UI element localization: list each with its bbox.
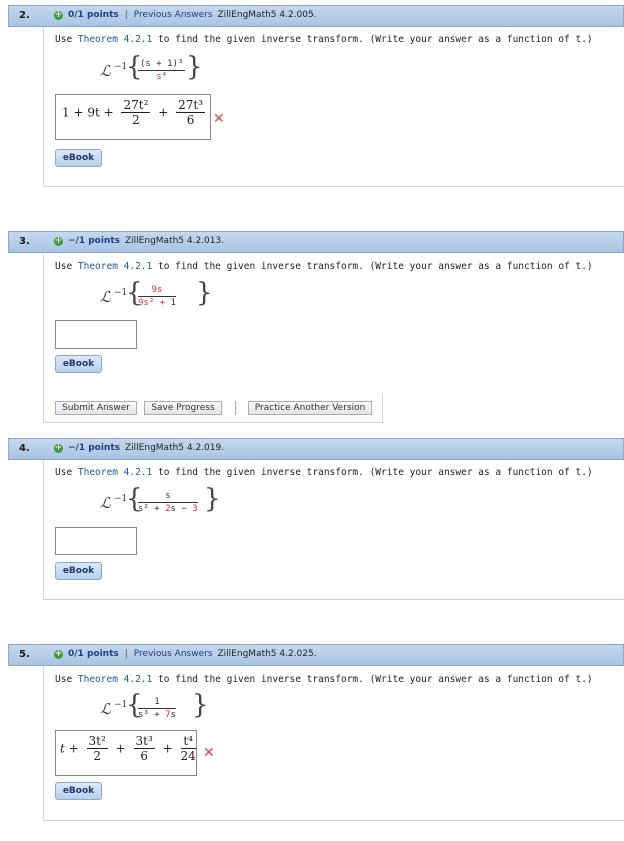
- transform-fraction: (s + 1)³ s⁴: [138, 59, 186, 82]
- incorrect-icon: ✕: [203, 745, 215, 761]
- transform-formula: ℒ −1 { 9s 9s² + 1 }: [100, 278, 213, 308]
- ebook-button[interactable]: eBook: [55, 562, 102, 580]
- laplace-symbol: ℒ: [100, 62, 111, 80]
- question-number: 2.: [19, 10, 30, 21]
- expand-icon[interactable]: +: [54, 236, 63, 246]
- question-meta: + 0/1 points | Previous Answers ZillEngM…: [54, 649, 317, 659]
- points: 0/1 points: [68, 649, 119, 659]
- ebook-button[interactable]: eBook: [55, 782, 102, 800]
- question-header: 4. + −/1 points ZillEngMath5 4.2.019.: [8, 438, 624, 460]
- question-meta: + −/1 points ZillEngMath5 4.2.013.: [54, 236, 224, 246]
- source: ZillEngMath5 4.2.025.: [217, 649, 317, 659]
- expand-icon[interactable]: +: [54, 649, 63, 659]
- ebook-button[interactable]: eBook: [55, 355, 102, 373]
- expand-icon[interactable]: +: [54, 10, 63, 20]
- points: 0/1 points: [68, 10, 119, 20]
- save-progress-button[interactable]: Save Progress: [144, 401, 222, 415]
- theorem-link[interactable]: Theorem 4.2.1: [78, 467, 152, 478]
- laplace-symbol: ℒ: [100, 494, 111, 512]
- laplace-symbol: ℒ: [100, 700, 111, 718]
- question-number: 3.: [19, 236, 30, 247]
- transform-formula: ℒ −1 { (s + 1)³ s⁴ }: [100, 52, 203, 82]
- answer-input[interactable]: [55, 320, 137, 349]
- practice-another-version-button[interactable]: Practice Another Version: [248, 401, 372, 415]
- transform-fraction: s s² + 2s − 3: [138, 491, 198, 514]
- question-header: 2. + 0/1 points | Previous Answers ZillE…: [8, 5, 624, 27]
- instruction: Use Theorem 4.2.1 to find the given inve…: [55, 674, 593, 685]
- points: −/1 points: [68, 236, 121, 246]
- incorrect-icon: ✕: [213, 111, 225, 127]
- instruction: Use Theorem 4.2.1 to find the given inve…: [55, 467, 593, 478]
- answer-expression: t + 3t² 2 + 3t³ 6 + t⁴ 24: [60, 734, 196, 763]
- laplace-symbol: ℒ: [100, 288, 111, 306]
- source: ZillEngMath5 4.2.019.: [125, 443, 225, 453]
- theorem-link[interactable]: Theorem 4.2.1: [78, 674, 152, 685]
- previous-answers-link[interactable]: Previous Answers: [134, 649, 213, 659]
- ebook-button[interactable]: eBook: [55, 149, 102, 167]
- answer-input[interactable]: [55, 527, 137, 555]
- theorem-link[interactable]: Theorem 4.2.1: [78, 261, 152, 272]
- transform-fraction: 9s 9s² + 1: [138, 285, 176, 308]
- question-meta: + −/1 points ZillEngMath5 4.2.019.: [54, 443, 224, 453]
- separator: |: [124, 10, 128, 20]
- separator: |: [124, 649, 128, 659]
- button-divider: [235, 401, 236, 415]
- question-meta: + 0/1 points | Previous Answers ZillEngM…: [54, 10, 317, 20]
- transform-formula: ℒ −1 { s s² + 2s − 3 }: [100, 484, 221, 514]
- transform-formula: ℒ −1 { 1 s³ + 7s }: [100, 690, 209, 720]
- transform-fraction: 1 s³ + 7s: [138, 697, 176, 720]
- instruction: Use Theorem 4.2.1 to find the given inve…: [55, 34, 593, 45]
- submit-answer-button[interactable]: Submit Answer: [55, 401, 137, 415]
- source: ZillEngMath5 4.2.013.: [125, 236, 225, 246]
- points: −/1 points: [68, 443, 121, 453]
- question-number: 4.: [19, 443, 30, 454]
- theorem-link[interactable]: Theorem 4.2.1: [78, 34, 152, 45]
- question-number: 5.: [19, 649, 30, 660]
- instruction: Use Theorem 4.2.1 to find the given inve…: [55, 261, 593, 272]
- source: ZillEngMath5 4.2.005.: [217, 10, 317, 20]
- question-header: 3. + −/1 points ZillEngMath5 4.2.013.: [8, 231, 624, 253]
- question-header: 5. + 0/1 points | Previous Answers ZillE…: [8, 644, 624, 666]
- previous-answers-link[interactable]: Previous Answers: [134, 10, 213, 20]
- expand-icon[interactable]: +: [54, 443, 63, 453]
- answer-expression: 1 + 9t + 27t² 2 + 27t³ 6: [62, 98, 206, 127]
